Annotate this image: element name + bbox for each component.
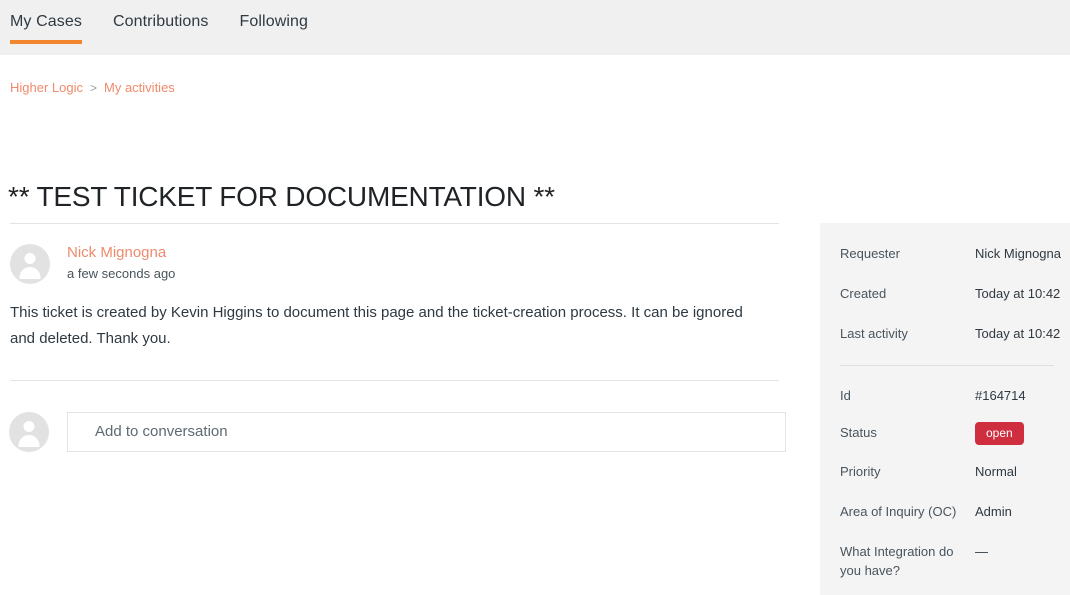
- sidebar-label-priority: Priority: [840, 464, 881, 480]
- sidebar-row-status: Status open: [840, 422, 1062, 446]
- sidebar-divider: [840, 364, 1054, 366]
- comment-item: Nick Mignogna a few seconds ago This tic…: [0, 224, 790, 352]
- sidebar-label-requester: Requester: [840, 246, 900, 261]
- ticket-details-sidebar: Requester Nick Mignogna Created Today at…: [820, 223, 1070, 595]
- comment-meta: Nick Mignogna a few seconds ago: [67, 245, 175, 283]
- comment-header: Nick Mignogna a few seconds ago: [0, 244, 790, 284]
- tab-active-indicator: [10, 40, 82, 44]
- sidebar-label-created: Created: [840, 285, 887, 301]
- page-title: ** TEST TICKET FOR DOCUMENTATION **: [8, 180, 555, 212]
- status-badge[interactable]: open: [975, 422, 1024, 446]
- breadcrumb-item-my-activities[interactable]: My activities: [104, 80, 175, 95]
- conversation-column: Nick Mignogna a few seconds ago This tic…: [0, 223, 790, 452]
- sidebar-row-last-activity: Last activity Today at 10:42: [840, 325, 1062, 344]
- tab-contributions[interactable]: Contributions: [113, 0, 209, 31]
- tab-my-cases-label: My Cases: [10, 13, 82, 30]
- breadcrumb-separator-icon: >: [90, 80, 98, 95]
- sidebar-value-created: Today at 10:42: [975, 285, 1061, 301]
- sidebar-value-requester: Nick Mignogna: [975, 246, 1061, 261]
- sidebar-value-id: #164714: [975, 387, 1026, 403]
- sidebar-label-status: Status: [840, 425, 877, 441]
- tab-following-label: Following: [239, 13, 309, 30]
- tab-list: My Cases Contributions Following: [10, 0, 339, 55]
- breadcrumb: Higher Logic > My activities: [10, 80, 175, 95]
- avatar: [10, 244, 50, 284]
- sidebar-row-integration: What Integration do you have? —: [840, 543, 1062, 581]
- tab-following[interactable]: Following: [240, 0, 309, 31]
- top-tab-bar: My Cases Contributions Following: [0, 0, 1070, 55]
- breadcrumb-item-higher-logic[interactable]: Higher Logic: [10, 80, 83, 95]
- sidebar-value-area-of-inquiry: Admin: [975, 504, 1012, 520]
- tab-contributions-label: Contributions: [112, 13, 209, 30]
- sidebar-label-id: Id: [840, 387, 851, 403]
- sidebar-value-priority: Normal: [975, 464, 1017, 480]
- sidebar-label-integration: What Integration do you have?: [840, 544, 954, 578]
- sidebar-label-area-of-inquiry: Area of Inquiry (OC): [840, 504, 957, 520]
- tab-my-cases[interactable]: My Cases: [10, 0, 82, 44]
- sidebar-row-created: Created Today at 10:42: [840, 285, 1062, 304]
- sidebar-label-last-activity: Last activity: [840, 325, 908, 341]
- comment-timestamp: a few seconds ago: [67, 265, 176, 281]
- sidebar-value-last-activity: Today at 10:42: [975, 325, 1061, 341]
- add-to-conversation-input[interactable]: [67, 411, 786, 452]
- sidebar-row-priority: Priority Normal: [840, 463, 1062, 482]
- sidebar-value-integration: —: [975, 544, 988, 560]
- current-user-avatar: [9, 411, 49, 452]
- sidebar-row-requester: Requester Nick Mignogna: [840, 245, 1062, 264]
- reply-row: [0, 381, 790, 452]
- sidebar-row-id: Id #164714: [840, 387, 1062, 406]
- comment-body: This ticket is created by Kevin Higgins …: [10, 304, 743, 347]
- comment-author[interactable]: Nick Mignogna: [67, 245, 175, 262]
- sidebar-row-area-of-inquiry: Area of Inquiry (OC) Admin: [840, 503, 1062, 522]
